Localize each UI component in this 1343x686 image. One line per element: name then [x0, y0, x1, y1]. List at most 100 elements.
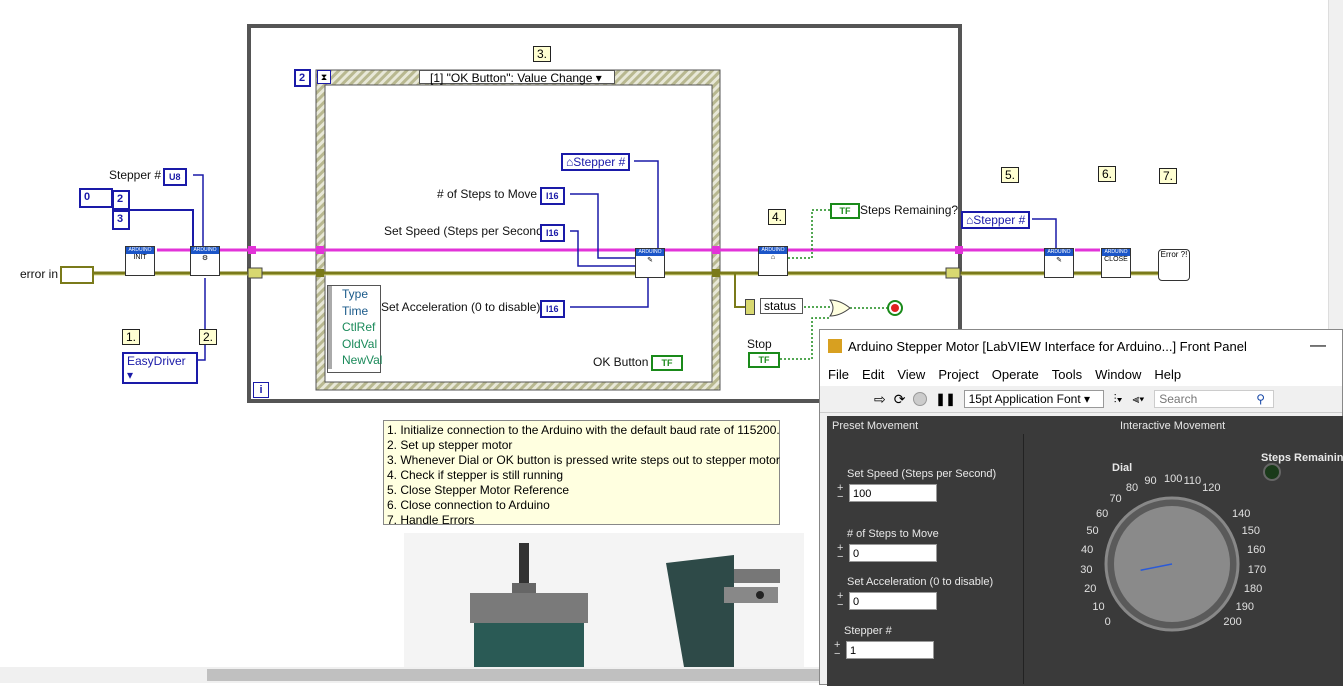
stepper-stepper-buttons[interactable]: + −: [834, 640, 844, 661]
array-value-1[interactable]: 2: [112, 190, 130, 210]
dial-tick-label: 0: [1104, 616, 1111, 629]
error-handler-vi[interactable]: Error ?!: [1158, 249, 1190, 281]
steps-field[interactable]: 0: [849, 544, 937, 562]
stepper-motor-image: [404, 533, 804, 667]
dial-tick-label: 70: [1109, 493, 1122, 506]
font-select[interactable]: 15pt Application Font ▾: [963, 390, 1104, 408]
dial-label: Dial: [1112, 462, 1133, 474]
minimize-button[interactable]: —: [1310, 337, 1326, 355]
dial-tick-label: 140: [1231, 507, 1251, 520]
dial-tick-label: 190: [1235, 600, 1254, 613]
menu-window[interactable]: Window: [1095, 367, 1141, 382]
window-title: Arduino Stepper Motor [LabVIEW Interface…: [848, 338, 1247, 354]
dial-tick-label: 150: [1241, 524, 1260, 537]
stepper-num-label: Stepper #: [109, 168, 162, 182]
stepper-ref-local[interactable]: ⌂Stepper #: [561, 153, 631, 171]
stepper-num-u8[interactable]: U8: [163, 168, 187, 186]
interactive-title: Interactive Movement: [1120, 420, 1226, 432]
scrollbar-thumb[interactable]: [207, 669, 819, 681]
dial-tick-label: 20: [1084, 582, 1097, 595]
speed-i16[interactable]: I16: [540, 224, 565, 242]
error-in-label: error in: [20, 267, 59, 281]
dial-tick-label: 120: [1202, 482, 1221, 495]
accel-field[interactable]: 0: [849, 592, 937, 610]
event-field-ctlref: CtlRef: [342, 320, 376, 334]
event-field-type: Type: [342, 287, 369, 301]
front-panel-titlebar: Arduino Stepper Motor [LabVIEW Interface…: [820, 330, 1342, 362]
event-field-newval: NewVal: [342, 353, 383, 367]
event-field-time: Time: [342, 303, 369, 318]
dial-tick-label: 180: [1243, 582, 1263, 595]
stop-terminal[interactable]: TF: [748, 352, 780, 368]
menu-view[interactable]: View: [897, 367, 925, 382]
menu-project[interactable]: Project: [938, 367, 978, 382]
vertical-scrollbar[interactable]: [1328, 0, 1343, 330]
accel-stepper-buttons[interactable]: + −: [837, 591, 847, 612]
comment-line-3: 3. Whenever Dial or OK button is pressed…: [387, 453, 780, 467]
stop-label: Stop: [747, 337, 772, 351]
dial-tick-label: 60: [1096, 507, 1109, 520]
close-stepper-vi[interactable]: ARDUINO ✎: [1044, 248, 1074, 278]
step-label-7: 7.: [1159, 168, 1178, 184]
accel-i16[interactable]: I16: [540, 300, 565, 318]
preset-title: Preset Movement: [832, 420, 919, 432]
steps-remaining-terminal[interactable]: TF: [830, 203, 860, 219]
dial-tick-label: 10: [1092, 600, 1105, 613]
ok-button-terminal[interactable]: TF: [651, 355, 683, 371]
dial-tick-label: 100: [1164, 473, 1183, 485]
set-speed-field[interactable]: 100: [849, 484, 937, 502]
step-label-6: 6.: [1098, 166, 1117, 182]
close-arduino-vi[interactable]: ARDUINO CLOSE: [1101, 248, 1131, 278]
menu-bar: File Edit View Project Operate Tools Win…: [820, 362, 1342, 386]
menu-operate[interactable]: Operate: [992, 367, 1039, 382]
driver-dropdown[interactable]: EasyDriver ▾: [122, 352, 198, 384]
array-value-2[interactable]: 3: [112, 210, 130, 230]
stepper-control-label: Stepper #: [844, 625, 892, 637]
comment-line-2: 2. Set up stepper motor: [387, 438, 513, 452]
event-case-selector[interactable]: [1] "OK Button": Value Change ▾: [419, 70, 615, 85]
comment-line-4: 4. Check if stepper is still running: [387, 468, 564, 482]
comment-line-7: 7. Handle Errors: [387, 513, 475, 527]
event-timeout[interactable]: 2: [294, 69, 311, 87]
menu-tools[interactable]: Tools: [1052, 367, 1082, 382]
menu-help[interactable]: Help: [1154, 367, 1181, 382]
speed-stepper-buttons[interactable]: + −: [837, 483, 847, 504]
menu-file[interactable]: File: [828, 367, 849, 382]
dial-tick-label: 170: [1247, 563, 1267, 576]
stepper-setup-vi[interactable]: ARDUINO ⚙: [190, 246, 220, 276]
labview-icon: [828, 339, 842, 353]
comment-line-5: 5. Close Stepper Motor Reference: [387, 483, 570, 497]
status-unbundle[interactable]: status: [760, 298, 803, 314]
panel-divider: [1023, 434, 1024, 684]
steps-i16[interactable]: I16: [540, 187, 565, 205]
front-panel-window: Arduino Stepper Motor [LabVIEW Interface…: [819, 329, 1343, 686]
set-speed-control-label: Set Speed (Steps per Second): [847, 468, 997, 480]
menu-edit[interactable]: Edit: [862, 367, 884, 382]
check-running-vi[interactable]: ARDUINO ⌂: [758, 246, 788, 276]
error-in-terminal[interactable]: [60, 266, 94, 284]
event-field-oldval: OldVal: [342, 336, 378, 351]
stepper-ref-local-2[interactable]: ⌂Stepper #: [961, 211, 1031, 229]
run-icon[interactable]: ⇨: [874, 391, 886, 408]
search-icon[interactable]: ⚲: [1256, 392, 1265, 406]
abort-icon[interactable]: [913, 392, 928, 406]
step-label-3: 3.: [533, 46, 552, 62]
ok-button-label: OK Button: [593, 355, 649, 369]
diagram-comment: 1. Initialize connection to the Arduino …: [383, 420, 780, 527]
horizontal-scrollbar[interactable]: [0, 667, 819, 683]
steps-stepper-buttons[interactable]: + −: [837, 543, 847, 564]
dial-tick-label: 30: [1080, 563, 1093, 576]
dial-tick-label: 160: [1246, 543, 1266, 556]
distribute-icon[interactable]: ⫷▾: [1132, 392, 1144, 407]
run-continuously-icon[interactable]: ⟳: [894, 391, 906, 408]
toolbar: ⇨ ⟳ ❚❚ 15pt Application Font ▾ ⫶▾ ⫷▾ Sea…: [820, 386, 1342, 413]
array-index[interactable]: 0: [79, 188, 113, 208]
set-accel-label: Set Acceleration (0 to disable): [381, 300, 541, 314]
align-icon[interactable]: ⫶▾: [1114, 392, 1123, 407]
step-label-1: 1.: [122, 329, 141, 345]
unbundle-icon: [745, 299, 755, 315]
pause-icon[interactable]: ❚❚: [935, 392, 955, 406]
arduino-init-vi[interactable]: ARDUINO INIT: [125, 246, 155, 276]
stepper-field[interactable]: 1: [846, 641, 934, 659]
stepper-write-vi[interactable]: ARDUINO ✎: [635, 248, 665, 278]
